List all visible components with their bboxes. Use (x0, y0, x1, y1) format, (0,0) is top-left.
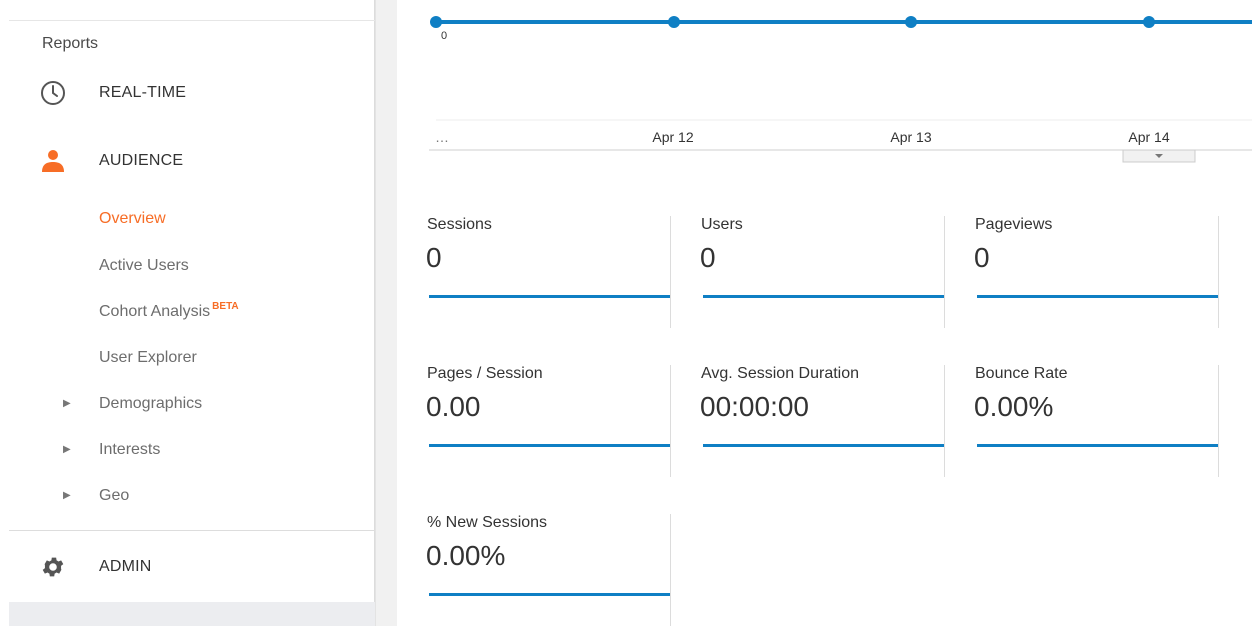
metric-separator (1218, 365, 1219, 477)
metric-sparkline (703, 444, 944, 447)
metric-sparkline (429, 593, 670, 596)
metric-avg-session-duration[interactable]: Avg. Session Duration 00:00:00 (671, 365, 945, 477)
clock-icon (39, 79, 67, 107)
nav-audience[interactable]: AUDIENCE (9, 137, 375, 185)
metric-label: Pageviews (975, 216, 1053, 233)
chart-point[interactable] (430, 16, 442, 28)
sidebar-item-demographics[interactable]: Demographics (99, 395, 202, 413)
nav-admin-label: ADMIN (99, 558, 152, 575)
nav-realtime-label: REAL-TIME (99, 84, 187, 101)
sessions-line-chart: 0 … Apr 12 Apr 13 Apr 14 (429, 16, 1252, 163)
analytics-app: Reports REAL-TIME AUDIENCE Overview Acti… (0, 0, 1252, 626)
beta-badge: BETA (212, 301, 239, 312)
expand-caret-icon[interactable]: ▶ (63, 398, 71, 409)
metric-value: 0 (974, 242, 990, 273)
metric-label: Users (701, 216, 743, 233)
metric-label: Bounce Rate (975, 365, 1068, 382)
metric-sparkline (703, 295, 944, 298)
metric-value: 0.00% (974, 391, 1054, 422)
sidebar-footer (9, 602, 375, 626)
metric-new-sessions[interactable]: % New Sessions 0.00% (397, 514, 671, 626)
metric-value: 0 (700, 242, 716, 273)
expand-caret-icon[interactable]: ▶ (63, 444, 71, 455)
metric-sessions[interactable]: Sessions 0 (397, 216, 671, 328)
sidebar-item-cohort-analysis[interactable]: Cohort Analysis BETA (99, 301, 239, 321)
metric-value: 00:00:00 (700, 391, 809, 422)
metric-sparkline (429, 444, 670, 447)
chart-point[interactable] (905, 16, 917, 28)
metric-value: 0.00% (426, 540, 506, 571)
chart-x-tick-label: … (435, 129, 449, 145)
gear-icon (39, 553, 67, 581)
metric-sparkline (977, 295, 1218, 298)
metric-separator (1218, 216, 1219, 328)
sidebar-item-overview[interactable]: Overview (99, 210, 166, 228)
metric-label: Avg. Session Duration (701, 365, 860, 382)
metric-users[interactable]: Users 0 (671, 216, 945, 328)
main-content: 0 … Apr 12 Apr 13 Apr 14 Sessions 0 Users 0 … (397, 0, 1252, 626)
expand-caret-icon[interactable]: ▶ (63, 490, 71, 501)
metric-separator (670, 514, 671, 626)
metric-bounce-rate[interactable]: Bounce Rate 0.00% (945, 365, 1219, 477)
chart-x-tick-label: Apr 12 (652, 129, 693, 145)
nav-audience-label: AUDIENCE (99, 152, 184, 169)
sidebar-item-user-explorer[interactable]: User Explorer (99, 349, 197, 367)
sidebar-item-geo[interactable]: Geo (99, 487, 129, 505)
metric-label: Sessions (427, 216, 492, 233)
metric-pages-per-session[interactable]: Pages / Session 0.00 (397, 365, 671, 477)
sidebar-divider (9, 530, 375, 531)
sidebar-edge (0, 0, 9, 626)
sidebar-item-interests[interactable]: Interests (99, 441, 160, 459)
metric-value: 0.00 (426, 391, 481, 422)
nav-admin[interactable]: ADMIN (9, 543, 375, 591)
person-icon (39, 147, 67, 175)
sidebar-item-active-users[interactable]: Active Users (99, 257, 189, 275)
chart-x-tick-label: Apr 14 (1128, 129, 1169, 145)
reports-heading: Reports (42, 35, 99, 52)
metric-value: 0 (426, 242, 442, 273)
nav-realtime[interactable]: REAL-TIME (9, 69, 375, 117)
metric-pageviews[interactable]: Pageviews 0 (945, 216, 1219, 328)
metric-label: % New Sessions (427, 514, 548, 531)
metric-label: Pages / Session (427, 365, 543, 382)
chart-point[interactable] (1143, 16, 1155, 28)
metric-sparkline (429, 295, 670, 298)
chart-x-tick-label: Apr 13 (890, 129, 931, 145)
sidebar: Reports REAL-TIME AUDIENCE Overview Acti… (0, 0, 375, 626)
sidebar-top-divider (9, 20, 375, 21)
chart-y-tick-label: 0 (441, 30, 447, 42)
sidebar-item-label: Cohort Analysis (99, 303, 211, 320)
chart-point[interactable] (668, 16, 680, 28)
metric-sparkline (977, 444, 1218, 447)
sidebar-scrollbar[interactable] (375, 0, 397, 626)
